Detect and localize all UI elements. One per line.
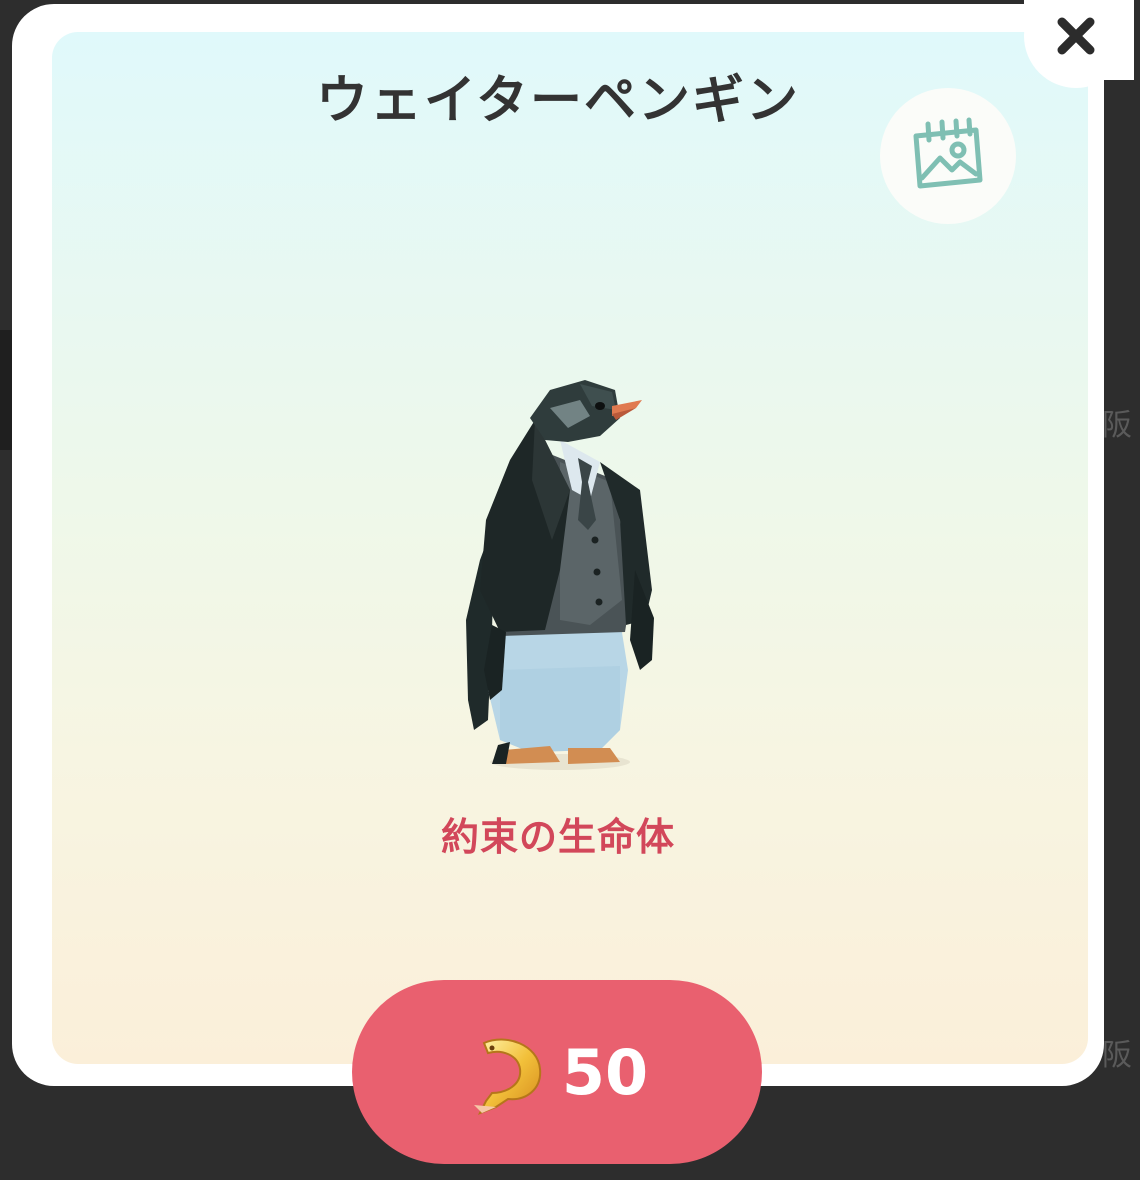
game-screen: 阪 阪 ウェイターペンギン 約束の生命体 50 [0, 0, 1140, 1180]
album-button[interactable] [880, 88, 1016, 224]
golden-fish-icon [473, 1038, 541, 1115]
character-description: 約束の生命体 [440, 815, 675, 859]
close-button[interactable] [1024, 0, 1134, 88]
photo-calendar-icon [913, 117, 983, 189]
waiter-penguin-character [466, 380, 654, 770]
price-value: 50 [561, 1035, 649, 1109]
purchase-button[interactable]: 50 [352, 980, 762, 1164]
background-text: 阪 [1102, 1038, 1132, 1073]
background-text: 阪 [1102, 408, 1132, 443]
close-icon [1057, 17, 1095, 55]
